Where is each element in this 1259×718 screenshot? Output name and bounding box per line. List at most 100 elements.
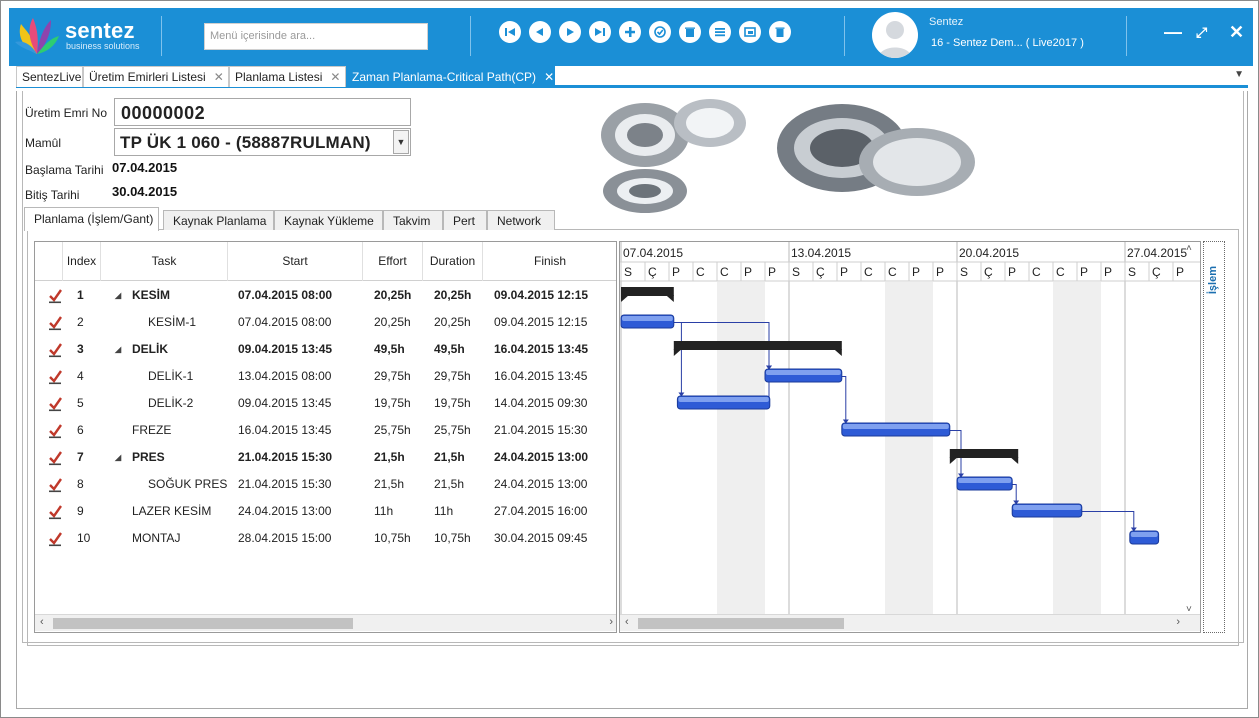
- row-task: KESİM: [132, 288, 171, 302]
- user-avatar-icon: [878, 21, 912, 58]
- task-check-icon[interactable]: [47, 396, 63, 412]
- copy-button[interactable]: [739, 21, 761, 43]
- tab-planlama-listesi[interactable]: Planlama Listesi ✕: [229, 66, 346, 87]
- previous-record-button[interactable]: [529, 21, 551, 43]
- close-tab-icon[interactable]: ✕: [214, 70, 224, 84]
- close-tab-icon[interactable]: ✕: [330, 70, 340, 84]
- row-index: 10: [77, 531, 91, 545]
- table-row[interactable]: 2 KESİM-1 07.04.2015 08:00 20,25h 20,25h 09.0…: [35, 309, 616, 336]
- column-header-duration[interactable]: Duration: [423, 242, 483, 281]
- first-record-button[interactable]: [499, 21, 521, 43]
- side-panel-islem[interactable]: İşlem: [1203, 241, 1225, 633]
- product-label: Mamûl: [25, 136, 62, 150]
- row-effort: 11h: [374, 504, 394, 518]
- close-tab-icon[interactable]: ✕: [544, 70, 554, 84]
- tab-uretim-emirleri[interactable]: Üretim Emirleri Listesi ✕: [83, 66, 229, 87]
- tab-label: Planlama Listesi: [235, 70, 323, 84]
- list-button[interactable]: [709, 21, 731, 43]
- table-row[interactable]: 10 MONTAJ 28.04.2015 15:00 10,75h 10,75h 30.0…: [35, 525, 616, 552]
- task-check-icon[interactable]: [47, 450, 63, 466]
- minimize-icon[interactable]: —: [1164, 22, 1182, 43]
- row-effort: 21,5h: [374, 477, 405, 491]
- last-record-button[interactable]: [589, 21, 611, 43]
- task-check-icon[interactable]: [47, 315, 63, 331]
- column-header-task[interactable]: Task: [101, 242, 228, 281]
- user-name[interactable]: Sentez: [929, 16, 963, 28]
- add-record-button[interactable]: [619, 21, 641, 43]
- summary-bar: [621, 287, 674, 296]
- grid-horizontal-scrollbar[interactable]: ‹ ›: [35, 614, 616, 631]
- task-check-icon[interactable]: [47, 477, 63, 493]
- expand-collapse-icon[interactable]: ◢: [115, 282, 121, 309]
- scroll-right-icon[interactable]: ›: [1176, 616, 1180, 628]
- weekend-shade: [909, 282, 933, 614]
- order-no-field[interactable]: 00000002: [114, 98, 411, 126]
- task-check-icon[interactable]: [47, 504, 63, 520]
- column-header-finish[interactable]: Finish: [483, 242, 616, 281]
- table-row[interactable]: 3 DELİK 09.04.2015 13:45 49,5h 49,5h 16.04.20…: [35, 336, 616, 363]
- row-start: 07.04.2015 08:00: [238, 288, 333, 302]
- subtab-pert[interactable]: Pert: [443, 210, 487, 230]
- task-check-icon[interactable]: [47, 423, 63, 439]
- subtab-takvim[interactable]: Takvim: [383, 210, 443, 230]
- start-date-value: 07.04.2015: [112, 160, 178, 175]
- next-record-button[interactable]: [559, 21, 581, 43]
- scroll-left-icon[interactable]: ‹: [40, 616, 44, 628]
- gantt-vertical-scrollbar[interactable]: ˄ ˅: [1183, 243, 1199, 615]
- tab-zaman-planlama[interactable]: Zaman Planlama-Critical Path(CP) ✕: [346, 66, 555, 87]
- row-finish: 09.04.2015 12:15: [494, 288, 589, 302]
- subtab-planlama[interactable]: Planlama (İşlem/Gant): [24, 207, 159, 231]
- trash-icon: [775, 27, 785, 37]
- scroll-down-icon[interactable]: ˅: [1186, 604, 1192, 615]
- summary-bar-cap: [673, 349, 682, 356]
- scroll-up-icon[interactable]: ˄: [1186, 243, 1192, 254]
- scroll-left-icon[interactable]: ‹: [625, 616, 629, 628]
- scroll-right-icon[interactable]: ›: [609, 616, 613, 628]
- gantt-horizontal-scrollbar[interactable]: ‹ ›: [620, 614, 1200, 631]
- scrollbar-thumb[interactable]: [53, 618, 353, 629]
- day-letter: C: [1032, 265, 1041, 279]
- column-header-index[interactable]: Index: [63, 242, 101, 281]
- row-finish: 24.04.2015 13:00: [494, 450, 589, 464]
- row-finish: 16.04.2015 13:45: [494, 342, 589, 356]
- table-row[interactable]: 5 DELİK-2 09.04.2015 13:45 19,75h 19,75h 14.0…: [35, 390, 616, 417]
- close-icon[interactable]: ✕: [1229, 22, 1244, 43]
- column-header-start[interactable]: Start: [228, 242, 363, 281]
- user-company[interactable]: 16 - Sentez Dem... ( Live2017 ): [931, 37, 1084, 49]
- menu-search-input[interactable]: Menü içerisinde ara...: [204, 23, 428, 50]
- maximize-icon[interactable]: ⤢: [1196, 24, 1207, 41]
- trash-button[interactable]: [769, 21, 791, 43]
- subtab-network[interactable]: Network: [487, 210, 555, 230]
- top-bar: sentez business solutions Menü içerisind…: [9, 8, 1253, 66]
- expand-collapse-icon[interactable]: ◢: [115, 444, 121, 471]
- day-letter: P: [912, 265, 920, 279]
- table-row[interactable]: 6 FREZE 16.04.2015 13:45 25,75h 25,75h 21.04.…: [35, 417, 616, 444]
- task-check-icon[interactable]: [47, 369, 63, 385]
- product-combo[interactable]: TP ÜK 1 060 - (58887RULMAN) ▼: [114, 128, 411, 156]
- row-duration: 21,5h: [434, 477, 465, 491]
- tab-list-chevron-down-icon[interactable]: ▼: [1234, 69, 1244, 80]
- subtab-kaynak-planlama[interactable]: Kaynak Planlama: [163, 210, 274, 230]
- table-row[interactable]: 8 SOĞUK PRES 21.04.2015 15:30 21,5h 21,5h 24.…: [35, 471, 616, 498]
- delete-button[interactable]: [679, 21, 701, 43]
- table-row[interactable]: 1 KESİM 07.04.2015 08:00 20,25h 20,25h 09.04.…: [35, 282, 616, 309]
- table-row[interactable]: 7 PRES 21.04.2015 15:30 21,5h 21,5h 24.04.201…: [35, 444, 616, 471]
- confirm-button[interactable]: [649, 21, 671, 43]
- tab-sentezlive[interactable]: SentezLive: [16, 66, 83, 87]
- table-row[interactable]: 4 DELİK-1 13.04.2015 08:00 29,75h 29,75h 16.0…: [35, 363, 616, 390]
- row-task: KESİM-1: [148, 315, 197, 329]
- user-avatar[interactable]: [872, 12, 918, 58]
- summary-bar-cap: [665, 295, 674, 302]
- dependency-link: [841, 376, 847, 424]
- chevron-down-icon[interactable]: ▼: [393, 130, 409, 154]
- expand-collapse-icon[interactable]: ◢: [115, 336, 121, 363]
- task-check-icon[interactable]: [47, 288, 63, 304]
- scrollbar-thumb[interactable]: [638, 618, 844, 629]
- task-check-icon[interactable]: [47, 531, 63, 547]
- task-check-icon[interactable]: [47, 342, 63, 358]
- column-header-effort[interactable]: Effort: [363, 242, 423, 281]
- subtab-kaynak-yukleme[interactable]: Kaynak Yükleme: [274, 210, 383, 230]
- table-row[interactable]: 9 LAZER KESİM 24.04.2015 13:00 11h 11h 27.04.…: [35, 498, 616, 525]
- row-effort: 21,5h: [374, 450, 405, 464]
- row-effort: 10,75h: [374, 531, 411, 545]
